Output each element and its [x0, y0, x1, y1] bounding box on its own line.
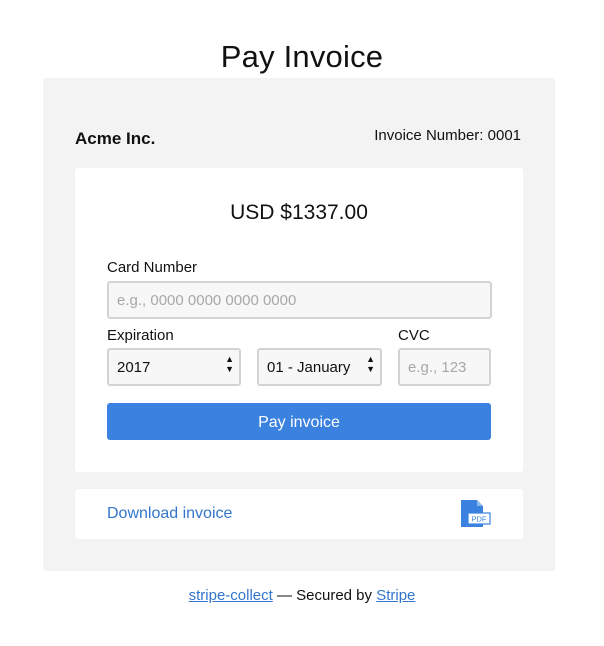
card-number-label: Card Number: [107, 259, 198, 276]
company-name: Acme Inc.: [75, 129, 156, 148]
invoice-amount: USD $1337.00: [230, 201, 368, 224]
cvc-input[interactable]: [398, 348, 491, 386]
download-invoice-row: Download invoice PDF: [75, 489, 523, 539]
stripe-link[interactable]: Stripe: [376, 587, 415, 604]
pay-invoice-button[interactable]: Pay invoice: [107, 403, 491, 440]
invoice-panel: Acme Inc. Invoice Number: 0001 USD $1337…: [43, 78, 555, 571]
footer-separator-text: — Secured by: [272, 587, 377, 604]
expiration-label: Expiration: [107, 327, 174, 344]
expiration-year-select[interactable]: 2017 ▲ ▼: [107, 348, 241, 386]
stripe-collect-link[interactable]: stripe-collect: [189, 587, 273, 604]
page-title: Pay Invoice: [220, 38, 384, 74]
footer: stripe-collect — Secured by Stripe: [0, 587, 604, 604]
card-number-input[interactable]: [107, 281, 492, 319]
download-invoice-link[interactable]: Download invoice: [107, 505, 232, 523]
cvc-label: CVC: [398, 327, 430, 344]
pdf-icon-label: PDF: [472, 515, 487, 524]
payment-card: USD $1337.00 Card Number Expiration 2017…: [75, 168, 523, 472]
select-arrows-icon: ▲ ▼: [366, 354, 375, 374]
pdf-file-icon[interactable]: PDF: [461, 500, 491, 527]
select-arrows-icon: ▲ ▼: [225, 354, 234, 374]
invoice-number: Invoice Number: 0001: [374, 127, 521, 144]
expiration-month-select[interactable]: 01 - January ▲ ▼: [257, 348, 382, 386]
expiration-year-value: 2017: [117, 359, 151, 376]
expiration-month-value: 01 - January: [267, 359, 351, 376]
